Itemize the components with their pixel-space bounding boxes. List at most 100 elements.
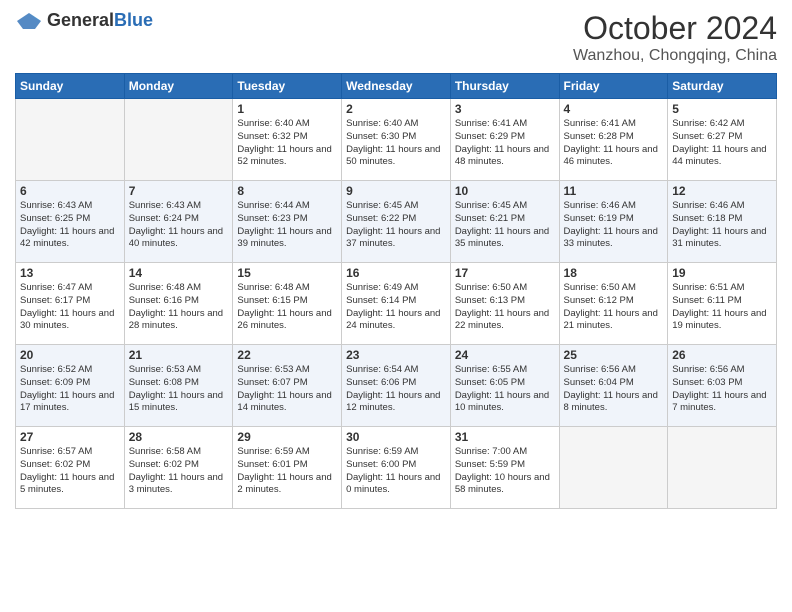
day-info: Sunrise: 6:45 AMSunset: 6:22 PMDaylight:… <box>346 200 446 251</box>
table-row <box>124 99 233 181</box>
day-info: Sunrise: 6:45 AMSunset: 6:21 PMDaylight:… <box>455 200 555 251</box>
page: GeneralBlue October 2024 Wanzhou, Chongq… <box>0 0 792 612</box>
day-number: 21 <box>129 348 229 362</box>
day-number: 2 <box>346 102 446 116</box>
table-row: 9Sunrise: 6:45 AMSunset: 6:22 PMDaylight… <box>342 181 451 263</box>
sunrise-text: Sunrise: 6:46 AM <box>564 200 636 211</box>
daylight-text: Daylight: 11 hours and 19 minutes. <box>672 308 766 332</box>
daylight-text: Daylight: 11 hours and 40 minutes. <box>129 226 223 250</box>
calendar-table: Sunday Monday Tuesday Wednesday Thursday… <box>15 73 777 509</box>
sunrise-text: Sunrise: 6:44 AM <box>237 200 309 211</box>
sunrise-text: Sunrise: 6:50 AM <box>564 282 636 293</box>
calendar-week-row: 6 Sunrise: 6:43 AMSunset: 6:25 PMDaylight… <box>16 181 777 263</box>
sunset-text: Sunset: 5:59 PM <box>455 459 525 470</box>
sunrise-text: Sunrise: 6:53 AM <box>237 364 309 375</box>
daylight-text: Daylight: 11 hours and 14 minutes. <box>237 390 331 414</box>
day-info: Sunrise: 6:40 AMSunset: 6:30 PMDaylight:… <box>346 118 446 169</box>
daylight-text: Daylight: 11 hours and 24 minutes. <box>346 308 440 332</box>
daylight-text: Daylight: 11 hours and 33 minutes. <box>564 226 658 250</box>
sunrise-text: Sunrise: 6:53 AM <box>129 364 201 375</box>
month-title: October 2024 <box>573 10 777 47</box>
sunrise-text: Sunrise: 6:58 AM <box>129 446 201 457</box>
day-number: 20 <box>20 348 120 362</box>
sunset-text: Sunset: 6:15 PM <box>237 295 307 306</box>
day-number: 4 <box>564 102 664 116</box>
day-number: 27 <box>20 430 120 444</box>
table-row: 29Sunrise: 6:59 AMSunset: 6:01 PMDayligh… <box>233 427 342 509</box>
day-number: 14 <box>129 266 229 280</box>
day-number: 5 <box>672 102 772 116</box>
daylight-text: Daylight: 11 hours and 3 minutes. <box>129 472 223 496</box>
table-row <box>16 99 125 181</box>
daylight-text: Daylight: 11 hours and 5 minutes. <box>20 472 114 496</box>
sunset-text: Sunset: 6:07 PM <box>237 377 307 388</box>
sunrise-text: Sunrise: 6:48 AM <box>129 282 201 293</box>
daylight-text: Daylight: 11 hours and 26 minutes. <box>237 308 331 332</box>
table-row: 5Sunrise: 6:42 AMSunset: 6:27 PMDaylight… <box>668 99 777 181</box>
table-row: 16Sunrise: 6:49 AMSunset: 6:14 PMDayligh… <box>342 263 451 345</box>
day-number: 10 <box>455 184 555 198</box>
day-number: 6 <box>20 184 120 198</box>
day-info: Sunrise: 6:46 AMSunset: 6:18 PMDaylight:… <box>672 200 772 251</box>
day-number: 31 <box>455 430 555 444</box>
day-info: Sunrise: 6:50 AMSunset: 6:13 PMDaylight:… <box>455 282 555 333</box>
sunrise-text: Sunrise: 6:59 AM <box>237 446 309 457</box>
sunset-text: Sunset: 6:28 PM <box>564 131 634 142</box>
day-info: Sunrise: 6:52 AMSunset: 6:09 PMDaylight:… <box>20 364 120 415</box>
table-row: 2 Sunrise: 6:40 AMSunset: 6:30 PMDaylight… <box>342 99 451 181</box>
table-row <box>559 427 668 509</box>
table-row: 14Sunrise: 6:48 AMSunset: 6:16 PMDayligh… <box>124 263 233 345</box>
daylight-text: Daylight: 11 hours and 0 minutes. <box>346 472 440 496</box>
sunset-text: Sunset: 6:14 PM <box>346 295 416 306</box>
col-wednesday: Wednesday <box>342 74 451 99</box>
day-number: 26 <box>672 348 772 362</box>
day-info: Sunrise: 6:41 AMSunset: 6:28 PMDaylight:… <box>564 118 664 169</box>
day-info: Sunrise: 6:43 AMSunset: 6:25 PMDaylight:… <box>20 200 120 251</box>
day-info: Sunrise: 6:46 AMSunset: 6:19 PMDaylight:… <box>564 200 664 251</box>
table-row <box>668 427 777 509</box>
day-number: 12 <box>672 184 772 198</box>
day-info: Sunrise: 6:58 AM Sunset: 6:02 PM Daylight:… <box>129 446 229 497</box>
daylight-text: Daylight: 11 hours and 44 minutes. <box>672 144 766 168</box>
sunset-text: Sunset: 6:22 PM <box>346 213 416 224</box>
day-number: 11 <box>564 184 664 198</box>
day-number: 17 <box>455 266 555 280</box>
day-info: Sunrise: 6:56 AMSunset: 6:03 PMDaylight:… <box>672 364 772 415</box>
table-row: 20 Sunrise: 6:52 AMSunset: 6:09 PMDayligh… <box>16 345 125 427</box>
sunset-text: Sunset: 6:02 PM <box>129 459 199 470</box>
calendar-week-row: 20 Sunrise: 6:52 AMSunset: 6:09 PMDayligh… <box>16 345 777 427</box>
sunrise-text: Sunrise: 6:59 AM <box>346 446 418 457</box>
sunrise-text: Sunrise: 6:50 AM <box>455 282 527 293</box>
day-info: Sunrise: 6:49 AMSunset: 6:14 PMDaylight:… <box>346 282 446 333</box>
sunset-text: Sunset: 6:00 PM <box>346 459 416 470</box>
col-tuesday: Tuesday <box>233 74 342 99</box>
table-row: 11 Sunrise: 6:46 AMSunset: 6:19 PMDayligh… <box>559 181 668 263</box>
sunrise-text: Sunrise: 6:43 AM <box>20 200 92 211</box>
logo: GeneralBlue <box>15 10 153 31</box>
day-info: Sunrise: 6:57 AMSunset: 6:02 PMDaylight:… <box>20 446 120 497</box>
day-number: 13 <box>20 266 120 280</box>
calendar-week-row: 1Sunrise: 6:40 AMSunset: 6:32 PMDaylight… <box>16 99 777 181</box>
sunrise-text: Sunrise: 6:41 AM <box>564 118 636 129</box>
day-info: Sunrise: 6:55 AMSunset: 6:05 PMDaylight:… <box>455 364 555 415</box>
day-info: Sunrise: 6:40 AMSunset: 6:32 PMDaylight:… <box>237 118 337 169</box>
sunrise-text: Sunrise: 6:40 AM <box>237 118 309 129</box>
table-row: 4Sunrise: 6:41 AMSunset: 6:28 PMDaylight… <box>559 99 668 181</box>
table-row: 13Sunrise: 6:47 AMSunset: 6:17 PMDayligh… <box>16 263 125 345</box>
table-row: 27 Sunrise: 6:57 AMSunset: 6:02 PMDayligh… <box>16 427 125 509</box>
sunset-text: Sunset: 6:02 PM <box>20 459 90 470</box>
day-number: 25 <box>564 348 664 362</box>
sunset-text: Sunset: 6:13 PM <box>455 295 525 306</box>
daylight-text: Daylight: 11 hours and 31 minutes. <box>672 226 766 250</box>
day-number: 28 <box>129 430 229 444</box>
sunset-text: Sunset: 6:06 PM <box>346 377 416 388</box>
daylight-text: Daylight: 11 hours and 17 minutes. <box>20 390 114 414</box>
day-number: 24 <box>455 348 555 362</box>
sunrise-text: Sunrise: 6:45 AM <box>455 200 527 211</box>
daylight-text: Daylight: 11 hours and 2 minutes. <box>237 472 331 496</box>
daylight-text: Daylight: 11 hours and 37 minutes. <box>346 226 440 250</box>
sunrise-text: Sunrise: 6:55 AM <box>455 364 527 375</box>
sunset-text: Sunset: 6:30 PM <box>346 131 416 142</box>
sunset-text: Sunset: 6:11 PM <box>672 295 742 306</box>
sunset-text: Sunset: 6:24 PM <box>129 213 199 224</box>
